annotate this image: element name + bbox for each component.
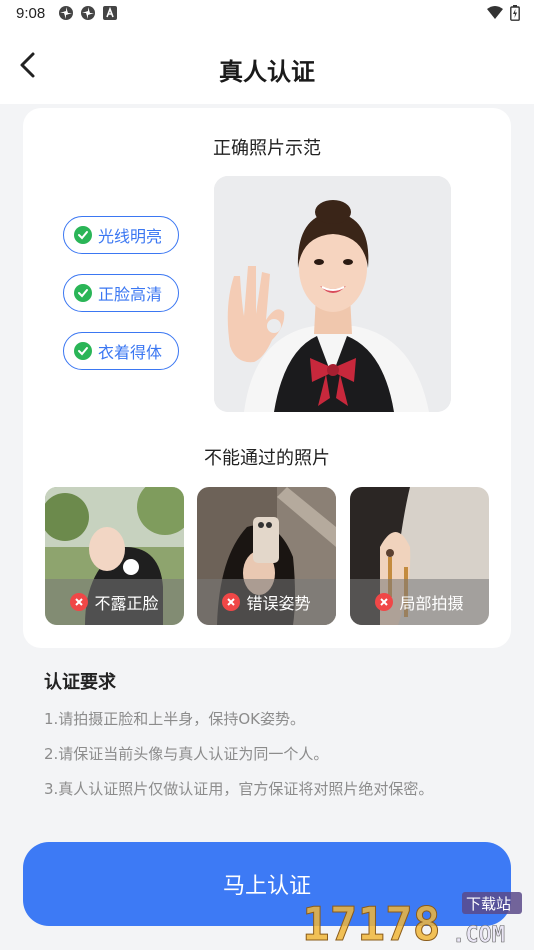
watermark-suffix: .COM xyxy=(452,923,505,948)
pinwheel-icon xyxy=(81,6,95,20)
app-header: 真人认证 xyxy=(0,28,534,104)
pinwheel-icon xyxy=(59,6,73,20)
fail-label: 不露正脸 xyxy=(94,594,159,613)
status-icons-right xyxy=(486,5,520,21)
requirement-item: 2.请保证当前头像与真人认证为同一个人。 xyxy=(44,745,329,763)
tag-bright-light: 光线明亮 xyxy=(63,216,179,254)
check-icon xyxy=(74,226,92,244)
tag-proper-attire: 衣着得体 xyxy=(63,332,179,370)
fail-caption: 不露正脸 xyxy=(45,579,184,625)
requirements-title: 认证要求 xyxy=(44,672,116,693)
status-icons-left xyxy=(58,5,118,21)
fail-caption: 错误姿势 xyxy=(197,579,336,625)
wifi-icon xyxy=(487,6,503,19)
a-box-icon xyxy=(103,6,117,20)
error-x-icon xyxy=(222,593,241,611)
failed-photos: 不露正脸 错误姿势 局部拍摄 xyxy=(45,487,489,625)
tag-label: 光线明亮 xyxy=(98,227,163,246)
fail-photo-no-face: 不露正脸 xyxy=(45,487,184,625)
check-icon xyxy=(74,342,92,360)
start-verification-label: 马上认证 xyxy=(222,874,311,899)
check-icon xyxy=(74,284,92,302)
requirements-section: 认证要求 1.请拍摄正脸和上半身，保持OK姿势。 2.请保证当前头像与真人认证为… xyxy=(44,668,514,798)
tag-label: 衣着得体 xyxy=(98,343,163,362)
fail-photo-partial-shot: 局部拍摄 xyxy=(350,487,489,625)
error-x-icon xyxy=(375,593,394,611)
error-x-icon xyxy=(70,593,89,611)
tag-label: 正脸高清 xyxy=(98,285,163,304)
failed-photo-title: 不能通过的照片 xyxy=(204,448,330,469)
fail-caption: 局部拍摄 xyxy=(350,579,489,625)
requirement-item: 3.真人认证照片仅做认证用，官方保证将对照片绝对保密。 xyxy=(44,780,434,798)
watermark-badge: 下载站 xyxy=(466,895,511,913)
watermark-main: 17178 xyxy=(302,897,440,948)
example-card: 正确照片示范 光线明亮 正脸高清 衣着得体 不能通过的照片 不露正脸 错误姿势 … xyxy=(23,108,511,648)
page-title: 真人认证 xyxy=(219,58,315,86)
battery-icon xyxy=(510,5,520,21)
fail-label: 错误姿势 xyxy=(246,594,311,613)
tag-front-face-hd: 正脸高清 xyxy=(63,274,179,312)
correct-example-photo xyxy=(214,176,451,412)
requirement-item: 1.请拍摄正脸和上半身，保持OK姿势。 xyxy=(44,710,305,728)
fail-photo-wrong-pose: 错误姿势 xyxy=(197,487,336,625)
status-time: 9:08 xyxy=(16,5,46,22)
status-bar: 9:08 xyxy=(0,0,534,28)
fail-label: 局部拍摄 xyxy=(399,594,464,613)
correct-photo-title: 正确照片示范 xyxy=(213,138,321,159)
site-watermark: 17178 .COM 下载站 xyxy=(302,888,530,950)
